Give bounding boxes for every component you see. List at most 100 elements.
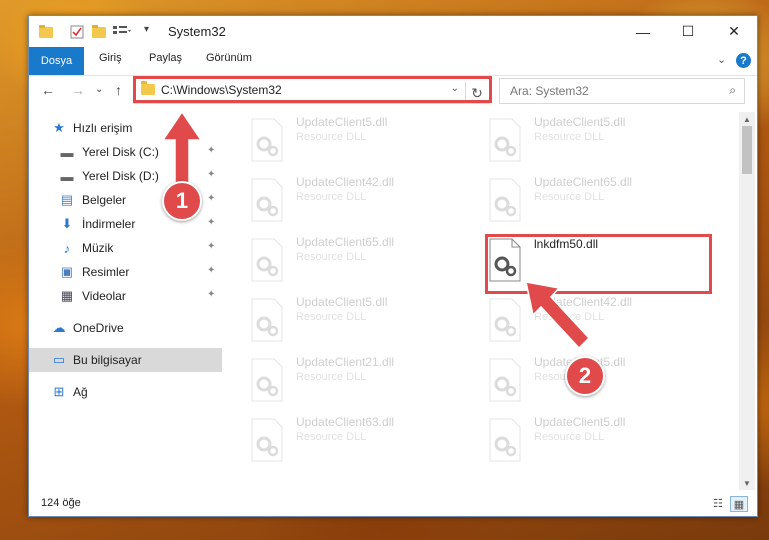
file-item[interactable]: UpdateClient63.dll Resource DLL (250, 414, 480, 466)
dll-file-icon (251, 118, 283, 162)
properties-icon[interactable] (70, 25, 84, 44)
minimize-button[interactable]: — (620, 16, 666, 47)
dll-file-icon (489, 178, 521, 222)
file-type: Resource DLL (534, 191, 605, 203)
file-name: UpdateClient65.dll (296, 235, 395, 249)
search-placeholder: Ara: System32 (510, 84, 589, 98)
dll-file-icon (251, 238, 283, 282)
pictures-icon: ▣ (60, 264, 74, 279)
star-icon: ★ (53, 120, 65, 135)
pin-icon[interactable]: ✦ (207, 145, 215, 156)
recent-locations-button[interactable]: ⌄ (95, 84, 103, 95)
sidebar-item-label: Belgeler (82, 193, 127, 207)
back-button[interactable]: ← (41, 82, 55, 98)
details-view-icon[interactable]: ☷ (710, 496, 726, 510)
sidebar-item-network[interactable]: ⊞ Ağ (29, 380, 222, 404)
file-type: Resource DLL (296, 431, 367, 443)
file-item[interactable]: UpdateClient21.dll Resource DLL (250, 354, 480, 406)
tab-home[interactable]: Giriş (99, 52, 122, 64)
sidebar-item-videos[interactable]: ▦ Videolar ✦ (29, 284, 222, 308)
file-type: Resource DLL (296, 311, 367, 323)
pin-icon[interactable]: ✦ (207, 217, 215, 228)
view-options-icon[interactable] (113, 25, 131, 43)
dll-file-icon (251, 178, 283, 222)
navigation-pane: ★ Hızlı erişim ▬ Yerel Disk (C:) ✦ ▬ Yer… (29, 112, 222, 484)
sidebar-item-label: OneDrive (73, 321, 124, 335)
file-item[interactable]: UpdateClient5.dll Resource DLL (250, 114, 480, 166)
step-badge-2: 2 (565, 356, 605, 396)
file-item[interactable]: UpdateClient5.dll Resource DLL (250, 294, 480, 346)
up-button[interactable]: ↑ (115, 82, 122, 98)
folder-icon (39, 25, 53, 43)
new-folder-icon[interactable] (92, 25, 106, 43)
network-icon: ⊞ (53, 384, 65, 399)
sidebar-item-this-pc[interactable]: ▭ Bu bilgisayar (29, 348, 222, 372)
file-type: Resource DLL (534, 131, 605, 143)
file-item[interactable]: UpdateClient65.dll Resource DLL (488, 174, 718, 226)
search-icon[interactable]: ⌕ (729, 83, 736, 98)
search-input[interactable]: Ara: System32 ⌕ (499, 78, 745, 104)
file-name: UpdateClient42.dll (296, 175, 395, 189)
close-button[interactable]: ✕ (711, 16, 757, 47)
scroll-down-icon[interactable]: ▼ (739, 476, 755, 490)
file-item[interactable]: UpdateClient5.dll Resource DLL (488, 114, 718, 166)
sidebar-item-disk-c[interactable]: ▬ Yerel Disk (C:) ✦ (29, 140, 222, 164)
file-name: UpdateClient5.dll (534, 115, 626, 129)
sidebar-item-music[interactable]: ♪ Müzik ✦ (29, 236, 222, 260)
file-list: UpdateClient5.dll Resource DLL UpdateCli… (223, 112, 739, 490)
tab-view[interactable]: Görünüm (206, 52, 252, 64)
step-badge-1: 1 (162, 181, 202, 221)
sidebar-item-label: Bu bilgisayar (73, 353, 142, 367)
scroll-up-icon[interactable]: ▲ (739, 112, 755, 126)
sidebar-item-label: Hızlı erişim (73, 121, 133, 135)
computer-icon: ▭ (52, 352, 66, 367)
ribbon-tabs: Dosya Giriş Paylaş Görünüm ⌄ ? (29, 47, 757, 76)
file-item[interactable]: UpdateClient5.dll Resource DLL (488, 414, 718, 466)
vertical-scrollbar[interactable]: ▲ ▼ (739, 112, 755, 490)
file-item[interactable]: UpdateClient65.dll Resource DLL (250, 234, 480, 286)
file-type: Resource DLL (296, 371, 367, 383)
large-icons-view-icon[interactable]: ▦ (730, 496, 748, 512)
dll-file-icon (489, 298, 521, 342)
pin-icon[interactable]: ✦ (207, 289, 215, 300)
file-highlight-box (485, 234, 712, 294)
file-item[interactable]: UpdateClient42.dll Resource DLL (250, 174, 480, 226)
documents-icon: ▤ (60, 192, 74, 207)
drive-icon: ▬ (60, 144, 74, 160)
ribbon-expand-icon[interactable]: ⌄ (717, 53, 726, 66)
customize-toolbar-icon[interactable]: ▾ (144, 24, 149, 35)
music-icon: ♪ (63, 240, 71, 256)
file-name: UpdateClient63.dll (296, 415, 395, 429)
tab-file[interactable]: Dosya (29, 47, 84, 75)
file-item[interactable]: UpdateClient42.dll Resource DLL (488, 294, 718, 346)
scroll-thumb[interactable] (742, 126, 752, 174)
sidebar-item-label: Yerel Disk (C:) (82, 145, 159, 159)
dll-file-icon (251, 418, 283, 462)
sidebar-item-label: Yerel Disk (D:) (82, 169, 159, 183)
file-name: UpdateClient42.dll (534, 295, 633, 309)
file-name: UpdateClient5.dll (296, 115, 388, 129)
help-icon[interactable]: ? (736, 53, 751, 68)
forward-button[interactable]: → (71, 82, 85, 98)
file-name: UpdateClient5.dll (534, 415, 626, 429)
pin-icon[interactable]: ✦ (207, 241, 215, 252)
file-type: Resource DLL (534, 311, 605, 323)
dll-file-icon (489, 418, 521, 462)
title-bar: ▾ System32 — ☐ ✕ (29, 16, 757, 47)
file-type: Resource DLL (534, 431, 605, 443)
pin-icon[interactable]: ✦ (207, 265, 215, 276)
file-type: Resource DLL (296, 251, 367, 263)
sidebar-item-label: İndirmeler (82, 217, 136, 231)
sidebar-item-pictures[interactable]: ▣ Resimler ✦ (29, 260, 222, 284)
pin-icon[interactable]: ✦ (207, 193, 215, 204)
tab-share[interactable]: Paylaş (149, 52, 182, 64)
file-explorer-window: ▾ System32 — ☐ ✕ Dosya Giriş Paylaş Görü… (28, 15, 758, 517)
sidebar-item-label: Resimler (82, 265, 130, 279)
pin-icon[interactable]: ✦ (207, 169, 215, 180)
file-name: UpdateClient5.dll (296, 295, 388, 309)
maximize-button[interactable]: ☐ (665, 16, 711, 47)
dll-file-icon (251, 298, 283, 342)
dll-file-icon (489, 118, 521, 162)
sidebar-item-onedrive[interactable]: ☁ OneDrive (29, 316, 222, 340)
sidebar-item-quick-access[interactable]: ★ Hızlı erişim (29, 116, 222, 140)
